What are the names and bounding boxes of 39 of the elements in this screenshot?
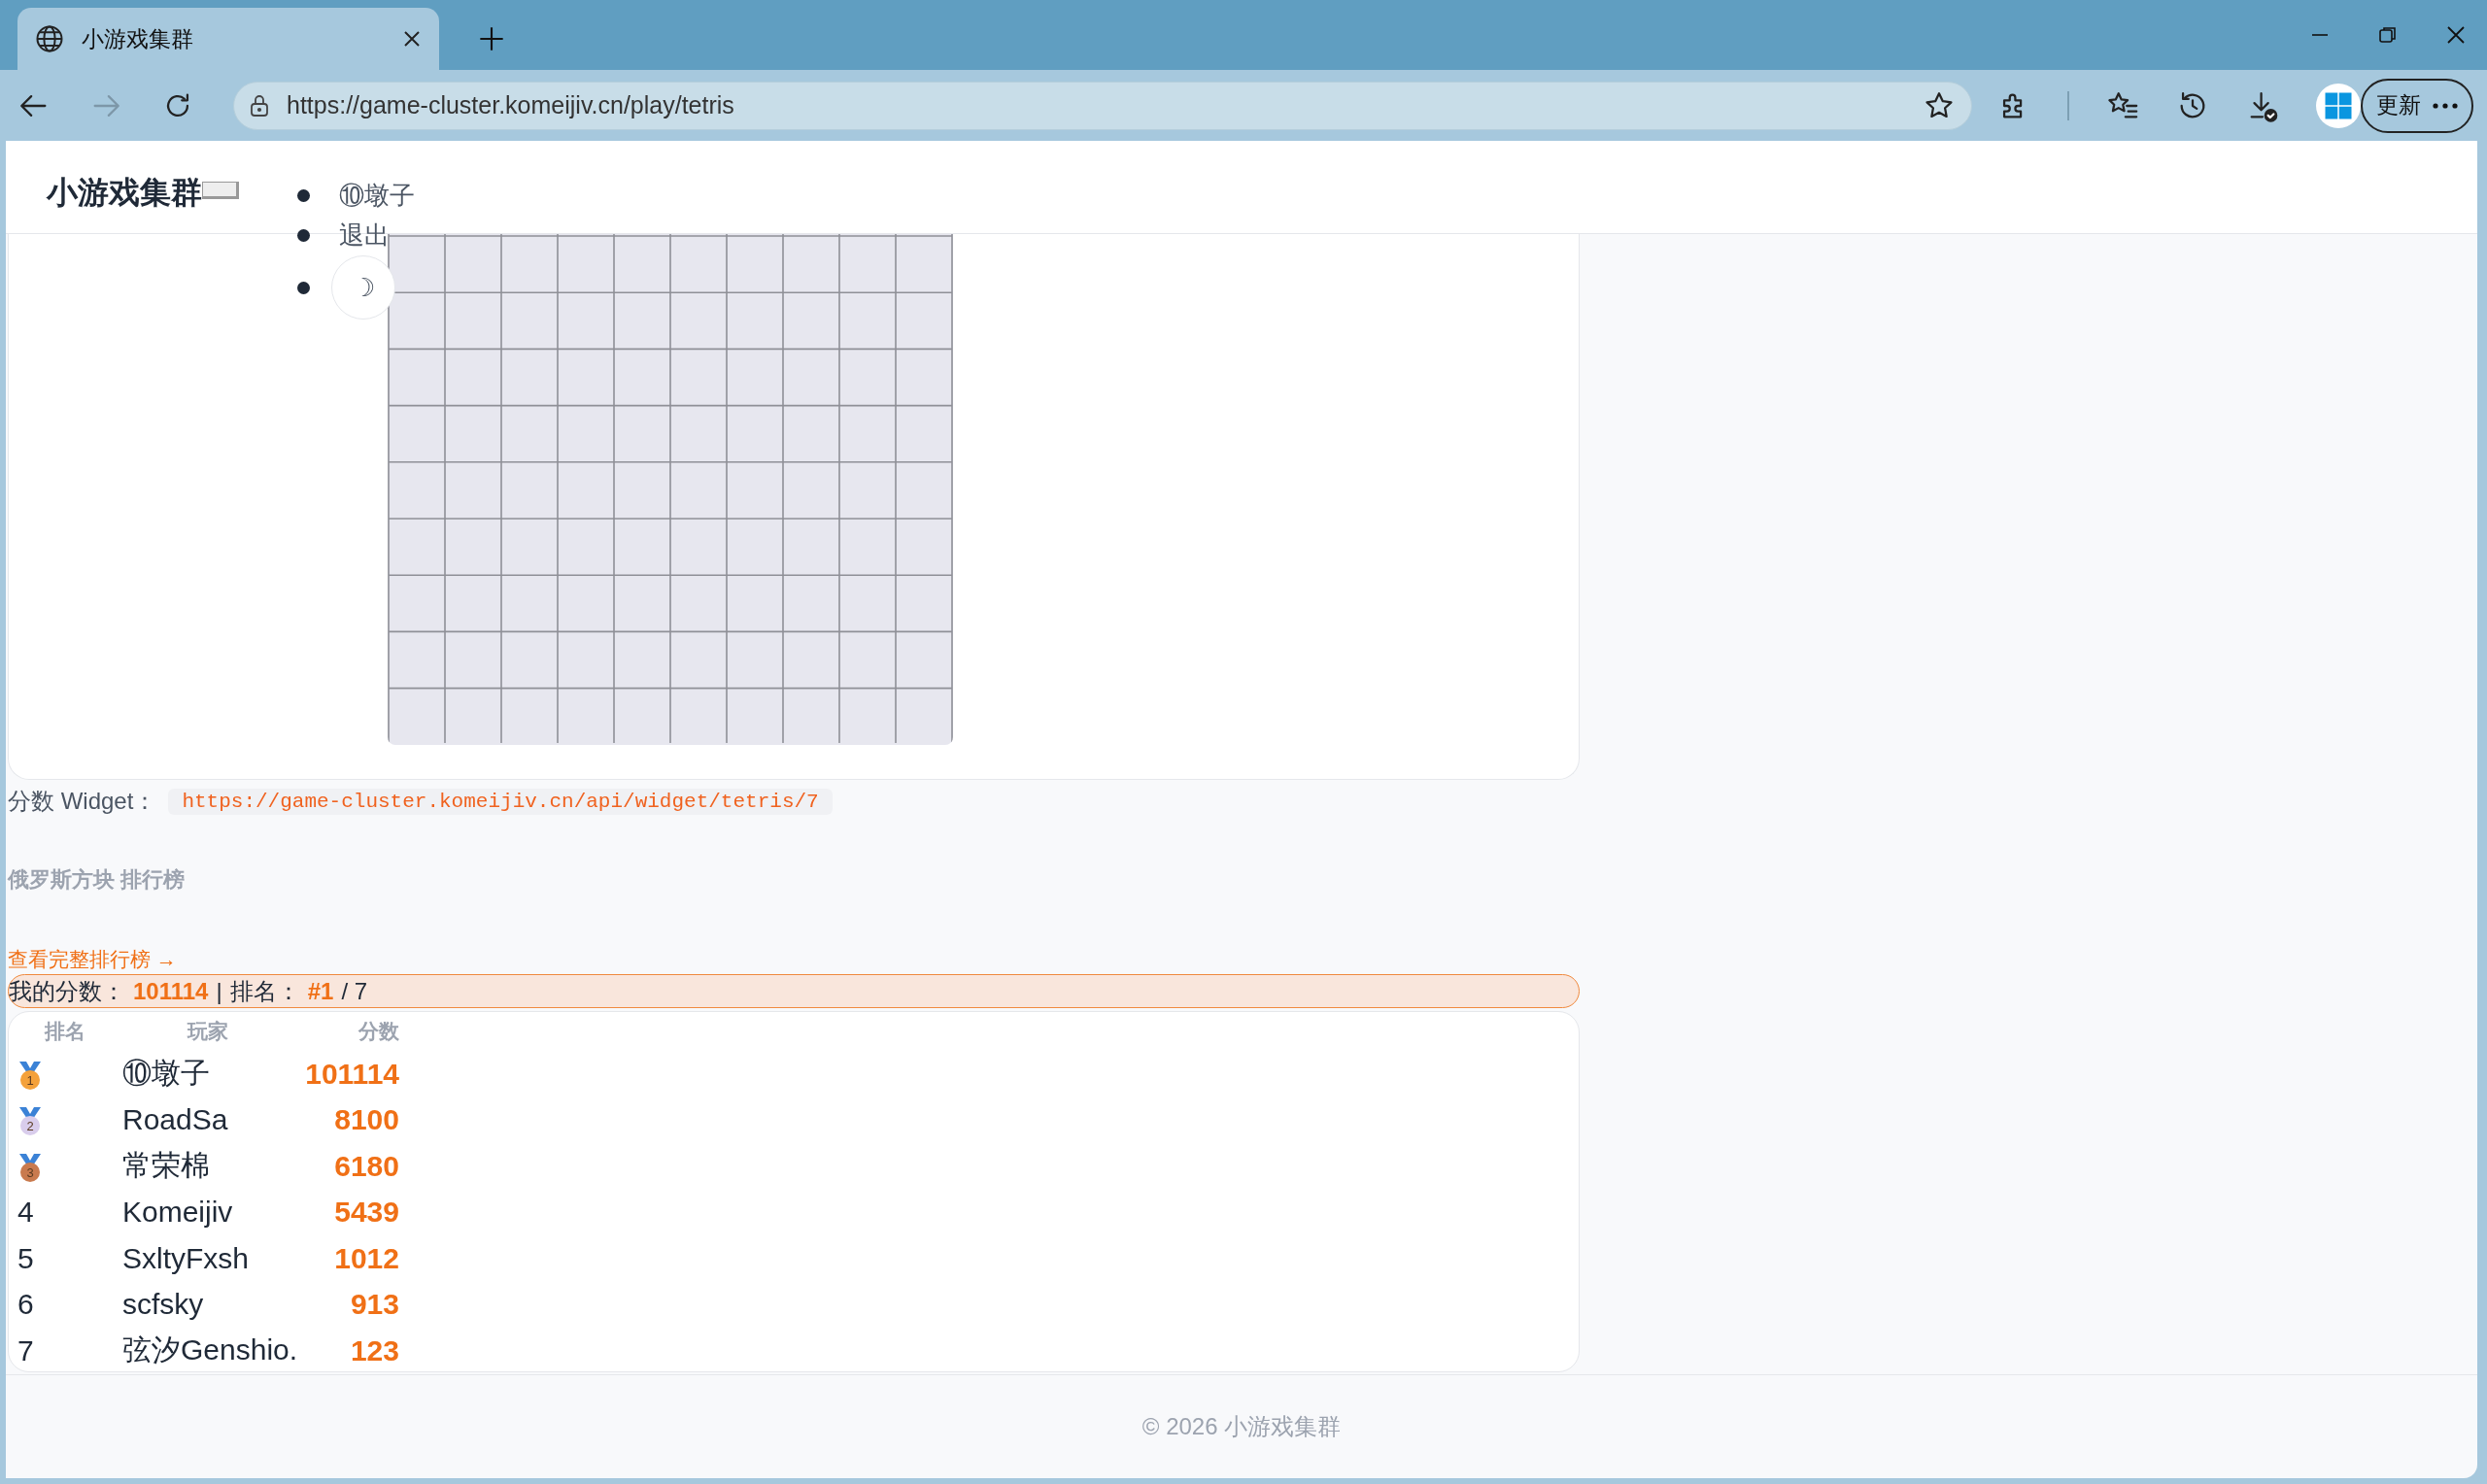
browser-tab[interactable]: 小游戏集群 xyxy=(17,8,439,70)
tab-title: 小游戏集群 xyxy=(82,24,194,53)
score-value: 123 xyxy=(350,1333,399,1366)
my-score: 101114 xyxy=(133,977,209,1005)
player-name: scfsky xyxy=(122,1288,204,1321)
url-text: https://game-cluster.komeijiv.cn/play/tetris xyxy=(287,91,735,119)
separator: | xyxy=(216,977,222,1005)
column-header: 排名 xyxy=(44,1020,85,1042)
score-value: 5439 xyxy=(334,1196,399,1229)
nav-link[interactable]: 退出 xyxy=(339,219,390,253)
rank-label: 排名： xyxy=(229,976,300,1006)
score-value: 1012 xyxy=(334,1241,399,1274)
score-value: 8100 xyxy=(334,1103,399,1136)
player-name: SxltyFxsh xyxy=(122,1241,250,1274)
score-value: 913 xyxy=(350,1288,399,1321)
update-button[interactable]: 更新 xyxy=(2361,78,2473,133)
site-logo[interactable]: 小游戏集群 xyxy=(47,172,202,215)
rank-number: 4 xyxy=(17,1196,34,1229)
rank-number: 5 xyxy=(17,1241,34,1274)
rank-total: / 7 xyxy=(341,977,368,1005)
nav-link[interactable]: ⑩墩子 xyxy=(339,179,415,213)
player-name: ⑩墩子 xyxy=(122,1057,210,1090)
widget-label: 分数 Widget： xyxy=(8,787,157,816)
score-label: 我的分数： xyxy=(9,976,125,1006)
column-header: 分数 xyxy=(358,1020,399,1042)
rank-number: 7 xyxy=(17,1333,34,1366)
widget-url: https://game-cluster.komeijiv.cn/api/widget/tetris/7 xyxy=(168,788,833,815)
player-name: RoadSa xyxy=(122,1103,228,1136)
column-header: 玩家 xyxy=(187,1020,228,1042)
footer-text: © 2026 小游戏集群 xyxy=(1141,1412,1342,1441)
player-name: 常荣棉 xyxy=(122,1149,210,1182)
address-bar[interactable]: https://game-cluster.komeijiv.cn/play/tetris xyxy=(233,81,1972,130)
player-name: 弦汐Genshio. xyxy=(122,1333,298,1366)
leaderboard-title: 俄罗斯方块 排行榜 xyxy=(8,866,187,894)
score-value: 6180 xyxy=(334,1149,399,1182)
rank-number: 6 xyxy=(17,1288,34,1321)
score-value: 101114 xyxy=(305,1057,399,1090)
my-rank: #1 xyxy=(307,977,334,1005)
player-name: Komeijiv xyxy=(122,1196,233,1229)
